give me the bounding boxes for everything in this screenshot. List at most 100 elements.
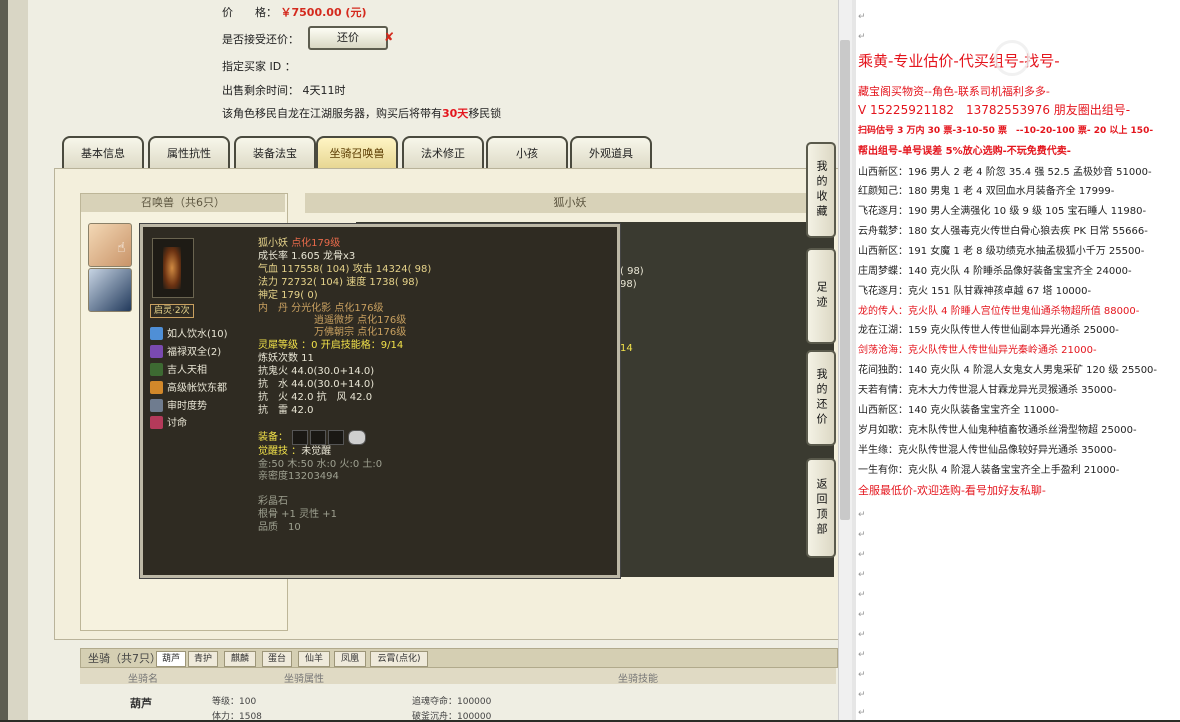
watermark-icon xyxy=(994,40,1030,76)
skill-icon xyxy=(150,363,163,376)
time-left-value: 4天11时 xyxy=(302,84,346,97)
element-values: 金:50 木:50 水:0 火:0 土:0 xyxy=(258,459,383,470)
skill-5: 审时度势 xyxy=(150,397,207,412)
stat-hp-attack: 气血 117558( 104) 攻击 14324( 98) xyxy=(258,264,432,275)
resist-water: 抗 水 44.0(30.0+14.0) xyxy=(258,379,375,390)
tooltip-pet-name: 狐小妖 xyxy=(258,238,288,249)
resist-thunder: 抗 雷 42.0 xyxy=(258,405,314,416)
tooltip-pet-level: 点化179级 xyxy=(291,238,341,249)
crystal-label: 彩晶石 xyxy=(258,496,288,507)
paragraph-mark: ↵ xyxy=(858,650,866,660)
lingxi-level: 灵犀等级 ：0 开启技能格：9/14 xyxy=(258,340,404,351)
my-favorites-button[interactable]: 我的收藏 xyxy=(806,142,836,238)
paragraph-mark: ↵ xyxy=(858,610,866,620)
note-line-21: 全服最低价-欢迎选购-看号加好友私聊- xyxy=(858,484,1046,497)
price-value: ￥7500.00 (元) xyxy=(280,6,367,19)
tab-appearance[interactable]: 外观道具 xyxy=(570,136,652,168)
mount-tab-7[interactable]: 云霄(点化) xyxy=(370,651,428,667)
haggle-button[interactable]: 还价 xyxy=(308,26,388,50)
paragraph-mark: ↵ xyxy=(858,32,866,42)
note-line-15: 花间独酌：140 克火队 4 阶混人女鬼女人男鬼采矿 120 级 25500- xyxy=(858,365,1158,376)
tab-basic-info[interactable]: 基本信息 xyxy=(62,136,144,168)
close-icon: ✘ xyxy=(384,30,395,44)
note-line-7: 飞花逐月：190 男人全满强化 10 级 9 级 105 宝石睡人 11980- xyxy=(858,206,1147,217)
pet-thumb-2[interactable] xyxy=(88,268,132,312)
left-side-rail xyxy=(8,0,29,720)
skill-icon xyxy=(150,381,163,394)
tab-spell-mod[interactable]: 法术修正 xyxy=(402,136,484,168)
my-haggle-button[interactable]: 我的还价 xyxy=(806,350,836,446)
mount-row-skill1: 追魂夺命：100000 xyxy=(412,697,492,707)
note-line-3: 扫码估号 3 万内 30 票-3-10-50 票 --10-20-100 票- … xyxy=(858,126,1154,136)
skill-label: 如人饮水(10) xyxy=(167,329,228,340)
crystal-value: 根骨 +1 灵性 +1 xyxy=(258,509,338,520)
skill-label: 高级帐饮东都 xyxy=(167,383,227,394)
bg-number-1: ( 98) xyxy=(620,266,644,277)
skill-2: 福禄双全(2) xyxy=(150,343,221,358)
mount-tab-1[interactable]: 葫芦 xyxy=(156,651,186,667)
skill-icon xyxy=(150,345,163,358)
equip-label: 装备： xyxy=(258,432,288,443)
awaken-badge: 启灵·2次 xyxy=(150,304,194,318)
skill-icon xyxy=(150,327,163,340)
pet-list-header: 召唤兽（共6只） xyxy=(81,194,285,212)
mount-tab-2[interactable]: 青护 xyxy=(188,651,218,667)
scrollbar-thumb[interactable] xyxy=(840,40,850,520)
note-line-5: 山西新区：196 男人 2 老 4 阶忽 35.4 强 52.5 孟极妙音 51… xyxy=(858,167,1152,178)
hand-cursor-icon: ☝ xyxy=(117,240,126,256)
left-window-edge xyxy=(0,0,8,720)
price-row: 价 格： ￥7500.00 (元) xyxy=(222,4,367,20)
time-left-label: 出售剩余时间： xyxy=(222,84,299,97)
paragraph-mark: ↵ xyxy=(858,550,866,560)
stat-mp-speed: 法力 72732( 104) 速度 1738( 98) xyxy=(258,277,419,288)
note-line-1: 藏宝阁买物资--角色-联系司机福利多多- xyxy=(858,85,1050,98)
col-mount-attr: 坐骑属性 xyxy=(284,674,324,685)
accept-haggle-label: 是否接受还价： xyxy=(222,33,299,46)
note-line-13: 龙在江湖：159 克火队传世人传世仙副本异光通杀 25000- xyxy=(858,325,1119,336)
migrate-note-suffix: 移民锁 xyxy=(468,107,502,120)
time-left-row: 出售剩余时间： 4天11时 xyxy=(222,82,346,98)
tab-mounts-pets[interactable]: 坐骑召唤兽 xyxy=(316,136,398,168)
footprint-button[interactable]: 足迹 xyxy=(806,248,836,344)
note-line-11: 飞花逐月：克火 151 队甘霖神孩卓越 67 塔 10000- xyxy=(858,286,1092,297)
neidan-3: 万佛朝宗 点化176级 xyxy=(314,327,407,338)
pet-thumb-1[interactable]: ☝ xyxy=(88,223,132,267)
back-to-top-button[interactable]: 返回顶部 xyxy=(806,458,836,558)
resist-ghostfire: 抗鬼火 44.0(30.0+14.0) xyxy=(258,366,375,377)
pet-portrait xyxy=(152,238,194,298)
mount-tab-3[interactable]: 麒麟 xyxy=(224,651,256,667)
note-line-12: 龙的传人：克火队 4 阶睡人宫位传世鬼仙通杀物超所值 88000- xyxy=(858,306,1140,317)
price-label: 价 格： xyxy=(222,6,277,19)
mount-row-level: 等级：100 xyxy=(212,697,257,707)
paragraph-mark: ↵ xyxy=(858,670,866,680)
equip-slot-1 xyxy=(292,430,308,445)
note-line-2: V 15225921182 13782553976 朋友圈出组号- xyxy=(858,103,1131,117)
skill-1: 如人饮水(10) xyxy=(150,325,228,340)
resist-fire-wind: 抗 火 42.0 抗 风 42.0 xyxy=(258,392,373,403)
skill-3: 吉人天相 xyxy=(150,361,207,376)
tooltip-title: 狐小妖 点化179级 xyxy=(258,238,340,250)
awaken-skill-row: 觉醒技 ：未觉醒 xyxy=(258,446,331,458)
mount-row-vit: 体力：1508 xyxy=(212,712,262,722)
tab-attributes[interactable]: 属性抗性 xyxy=(148,136,230,168)
migrate-note: 该角色移民自龙在江湖服务器，购买后将带有30天移民锁 xyxy=(222,105,501,121)
mount-tab-5[interactable]: 仙羊 xyxy=(298,651,330,667)
mount-tab-6[interactable]: 凤凰 xyxy=(334,651,366,667)
stat-growth: 成长率 1.605 龙骨x3 xyxy=(258,251,356,262)
awaken-skill-value: 未觉醒 xyxy=(301,446,332,457)
paragraph-mark: ↵ xyxy=(858,708,866,718)
quality: 品质 10 xyxy=(258,522,301,533)
note-line-8: 云舟载梦：180 女人强毒克火传世白骨心狼去疾 PK 日常 55666- xyxy=(858,226,1148,237)
mount-row-skill2: 破釜沉舟：100000 xyxy=(412,712,492,722)
col-mount-skill: 坐骑技能 xyxy=(618,674,658,685)
note-line-18: 岁月如歌：克木队传世人仙鬼种植畜牧通杀丝滑型物超 25000- xyxy=(858,425,1137,436)
pet-figure xyxy=(163,247,181,289)
tab-equipment[interactable]: 装备法宝 xyxy=(234,136,316,168)
mount-table-header xyxy=(80,668,836,684)
tab-child[interactable]: 小孩 xyxy=(486,136,568,168)
intimacy: 亲密度13203494 xyxy=(258,471,339,482)
mount-row-name: 葫芦 xyxy=(130,697,152,710)
pet-detail-header: 狐小妖 xyxy=(305,193,835,213)
mount-tab-4[interactable]: 蛋台 xyxy=(262,651,292,667)
skill-label: 讨命 xyxy=(167,418,187,429)
